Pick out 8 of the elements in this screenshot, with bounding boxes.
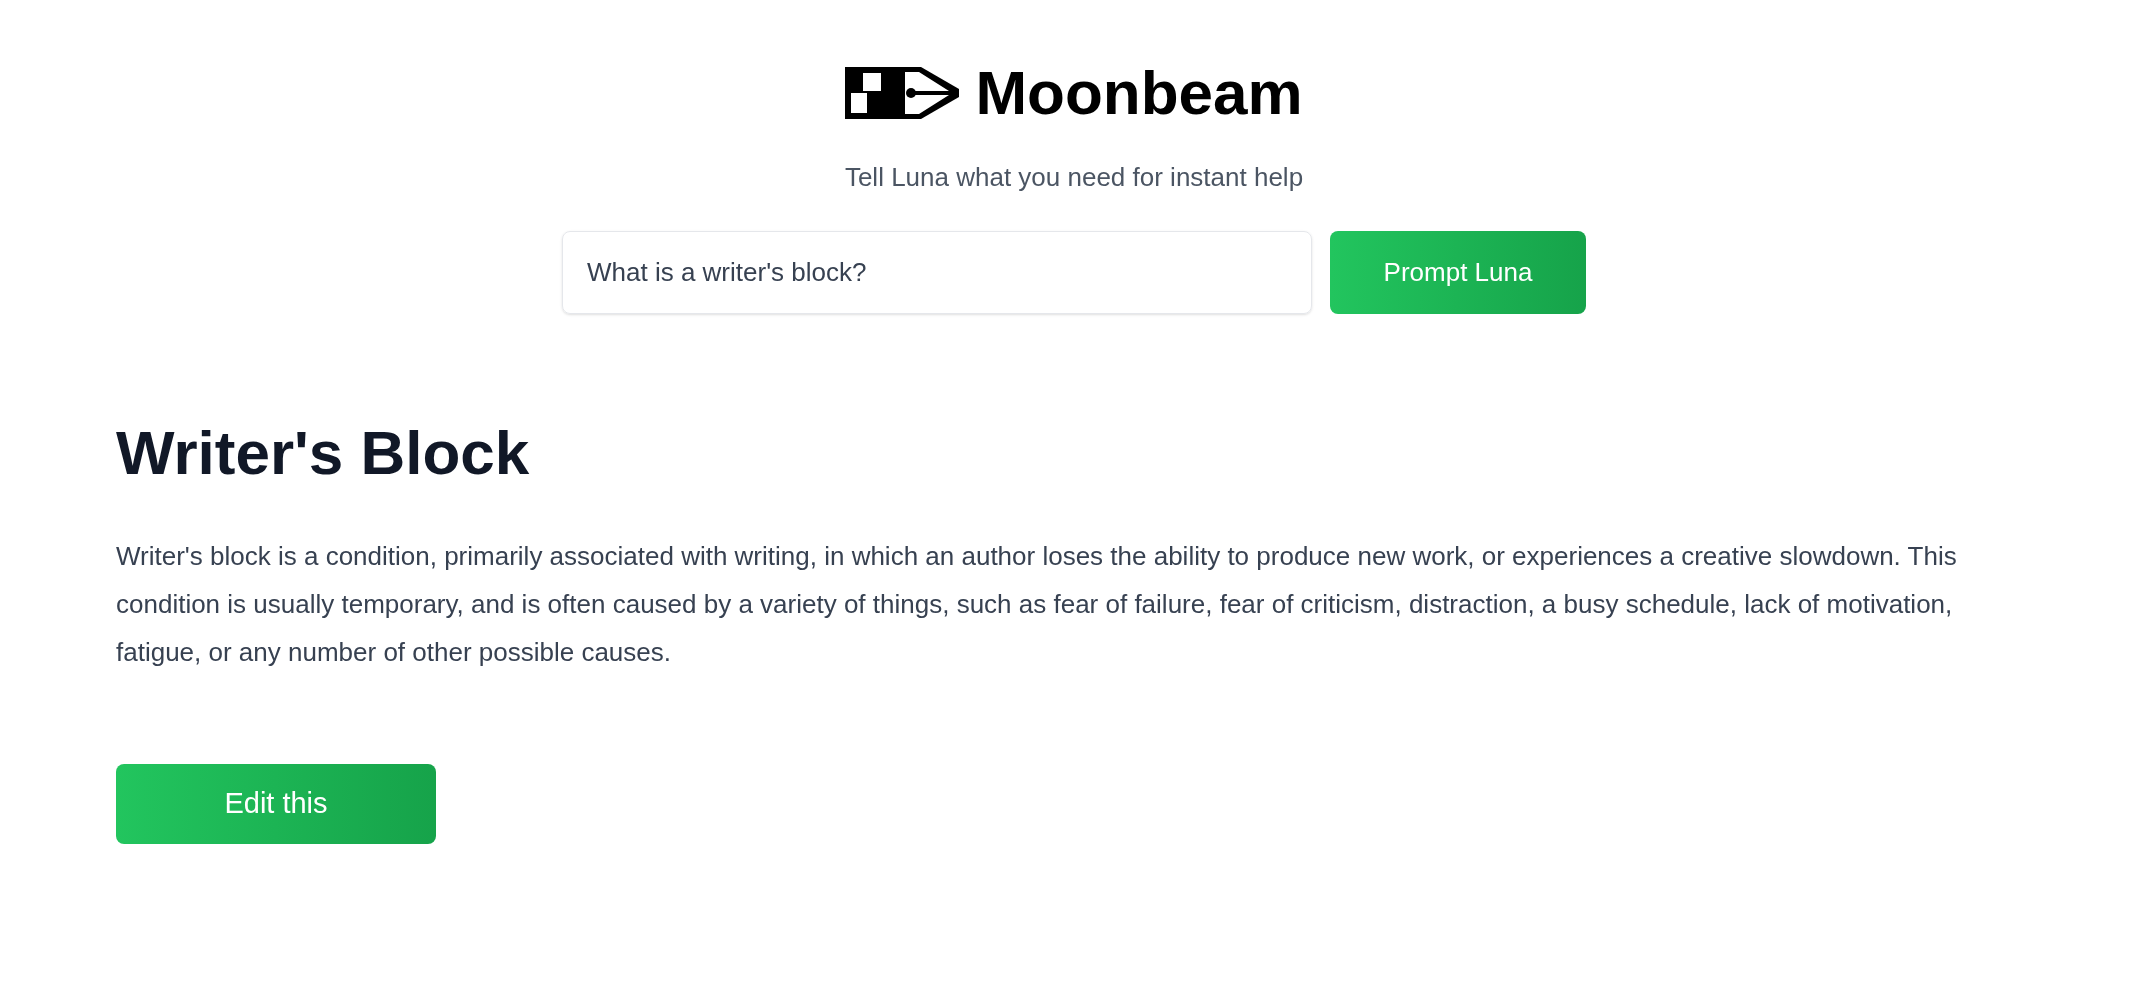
answer-text: Writer's block is a condition, primarily associated with writing, in which an author loses the ability to produce new work, or experiences a creative slowdown. This condition is usually temporary, and is often caused by a variety of things, such as fear of failure, fear of criticism, distraction, a busy schedule, lack of motivation, fatigue, or any number of other possible causes. xyxy=(116,540,1958,669)
prompt-field[interactable]: What is a writer's block? xyxy=(562,231,1312,314)
prompt-button[interactable]: Prompt Luna xyxy=(1330,231,1586,314)
edit-button[interactable]: Edit this xyxy=(116,764,436,844)
brand-name: Moonbeam xyxy=(975,62,1303,124)
tagline: Tell Luna what you need for instant help xyxy=(844,161,1304,194)
pen-nib-logo-icon xyxy=(845,67,960,119)
answer-title: Writer's Block xyxy=(116,422,531,484)
